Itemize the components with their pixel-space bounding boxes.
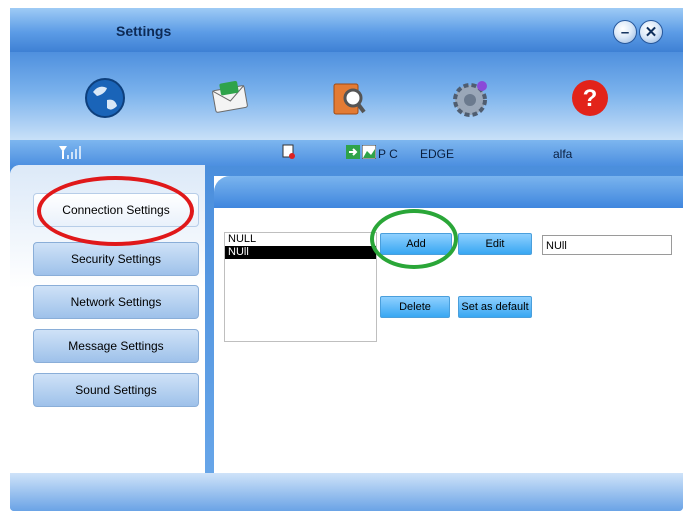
- internet-button[interactable]: [83, 76, 127, 120]
- bottom-bar: [10, 473, 683, 511]
- close-icon: ✕: [644, 23, 658, 41]
- highlight-circle-green: [370, 209, 458, 269]
- operator-name: alfa: [553, 147, 573, 161]
- help-icon: ?: [572, 80, 608, 116]
- set-default-button[interactable]: Set as default: [458, 296, 532, 318]
- minimize-button[interactable]: –: [613, 20, 637, 44]
- contacts-button[interactable]: [326, 76, 370, 120]
- messages-button[interactable]: [208, 76, 252, 120]
- title-bar: Settings – ✕: [10, 8, 683, 52]
- toolbar: ?: [10, 52, 683, 140]
- picture-icon: [361, 144, 377, 162]
- sidebar-item-security[interactable]: Security Settings: [33, 242, 199, 276]
- pc-label: P C: [378, 147, 398, 161]
- svg-text:?: ?: [583, 85, 598, 112]
- sidebar-item-network[interactable]: Network Settings: [33, 285, 199, 319]
- close-button[interactable]: ✕: [639, 20, 663, 44]
- window-title: Settings: [116, 23, 172, 39]
- list-item[interactable]: NULL: [225, 233, 376, 246]
- settings-button[interactable]: [448, 76, 492, 120]
- sim-icon: [282, 144, 296, 163]
- profile-list[interactable]: NULL NUll: [224, 232, 377, 342]
- gear-icon: [453, 81, 487, 117]
- status-bar: P C EDGE alfa: [10, 140, 683, 166]
- network-type: EDGE: [420, 147, 455, 161]
- globe-icon: [85, 78, 125, 118]
- sidebar-item-message[interactable]: Message Settings: [33, 329, 199, 363]
- panel-header: [214, 176, 683, 208]
- connect-icon: [346, 145, 360, 162]
- profile-name-field[interactable]: NUll: [542, 235, 672, 255]
- sidebar-item-sound[interactable]: Sound Settings: [33, 373, 199, 407]
- signal-strength-icon: [58, 145, 82, 162]
- delete-button[interactable]: Delete: [380, 296, 450, 318]
- minimize-icon: –: [620, 23, 630, 41]
- contacts-search-icon: [333, 83, 366, 115]
- edit-button[interactable]: Edit: [458, 233, 532, 255]
- highlight-circle-red: [37, 176, 194, 246]
- envelope-icon: [212, 81, 248, 113]
- list-item[interactable]: NUll: [225, 246, 376, 259]
- help-button[interactable]: ?: [568, 76, 612, 120]
